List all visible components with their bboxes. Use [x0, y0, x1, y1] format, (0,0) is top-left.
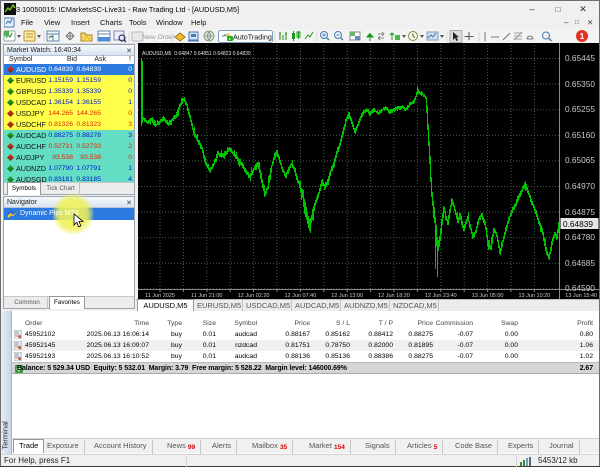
svg-text:0.65445: 0.65445 — [565, 53, 595, 63]
svg-text:0.64590: 0.64590 — [565, 283, 595, 293]
svg-text:0.65065: 0.65065 — [565, 155, 595, 165]
svg-text:AUDUSD,M5 0.64847 0.64851 0.6: AUDUSD,M5 0.64847 0.64851 0.64823 0.6483… — [142, 51, 251, 57]
svg-text:0.65160: 0.65160 — [565, 130, 595, 140]
svg-text:0.64685: 0.64685 — [565, 258, 595, 268]
svg-text:New Order: New Order — [142, 34, 176, 41]
svg-text:0.64970: 0.64970 — [565, 181, 595, 191]
svg-text:0.64839: 0.64839 — [563, 219, 593, 229]
svg-text:AutoTrading: AutoTrading — [233, 33, 272, 42]
svg-text:1: 1 — [580, 31, 585, 41]
svg-text:0.64780: 0.64780 — [565, 232, 595, 242]
svg-text:0.65255: 0.65255 — [565, 104, 595, 114]
svg-text:0.65350: 0.65350 — [565, 79, 595, 89]
svg-text:0.64875: 0.64875 — [565, 207, 595, 217]
